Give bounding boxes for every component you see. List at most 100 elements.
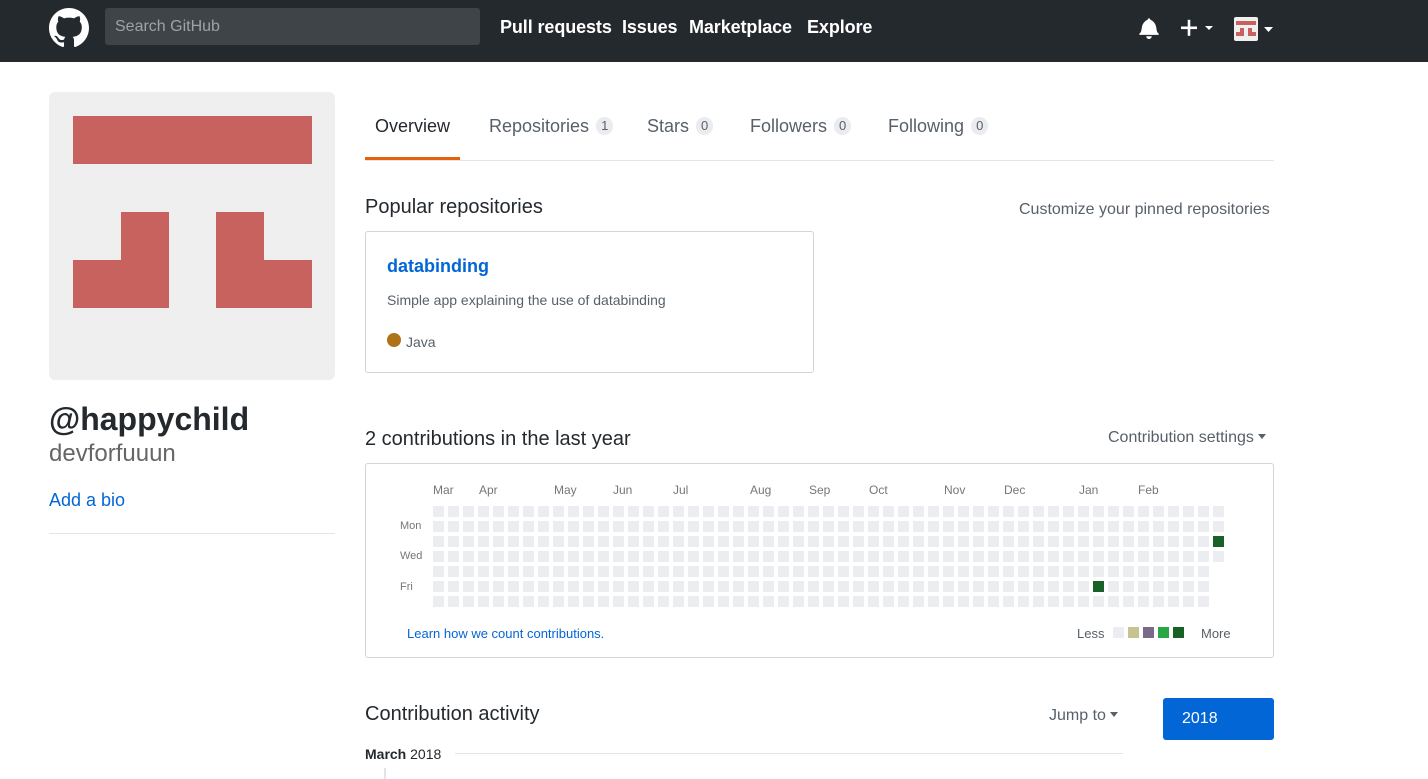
contribution-day[interactable]: [433, 596, 444, 607]
contribution-day[interactable]: [748, 521, 759, 532]
contribution-day[interactable]: [538, 521, 549, 532]
contribution-day[interactable]: [1198, 521, 1209, 532]
contribution-day[interactable]: [928, 521, 939, 532]
contribution-day[interactable]: [628, 581, 639, 592]
contribution-day[interactable]: [448, 536, 459, 547]
nav-issues[interactable]: Issues: [622, 17, 678, 38]
contribution-day[interactable]: [868, 551, 879, 562]
contribution-day[interactable]: [688, 506, 699, 517]
contribution-day[interactable]: [508, 581, 519, 592]
contribution-day[interactable]: [1093, 536, 1104, 547]
contribution-day[interactable]: [883, 521, 894, 532]
contribution-day[interactable]: [943, 521, 954, 532]
contribution-day[interactable]: [1018, 566, 1029, 577]
contribution-day[interactable]: [553, 551, 564, 562]
contribution-day[interactable]: [1138, 596, 1149, 607]
contribution-day[interactable]: [1123, 536, 1134, 547]
contribution-day[interactable]: [898, 536, 909, 547]
contribution-day[interactable]: [1063, 536, 1074, 547]
contribution-day[interactable]: [1123, 581, 1134, 592]
contribution-day[interactable]: [553, 596, 564, 607]
contribution-day[interactable]: [538, 551, 549, 562]
contribution-day[interactable]: [463, 506, 474, 517]
contribution-day[interactable]: [538, 506, 549, 517]
tab-following[interactable]: Following 0: [888, 116, 989, 137]
contribution-day[interactable]: [673, 521, 684, 532]
contribution-day[interactable]: [643, 551, 654, 562]
contribution-day[interactable]: [523, 551, 534, 562]
contribution-day[interactable]: [793, 551, 804, 562]
contribution-day[interactable]: [1183, 506, 1194, 517]
contribution-day[interactable]: [493, 536, 504, 547]
contribution-day[interactable]: [838, 551, 849, 562]
tab-overview[interactable]: Overview: [375, 116, 450, 137]
contribution-day[interactable]: [523, 521, 534, 532]
contribution-day[interactable]: [943, 536, 954, 547]
contribution-day[interactable]: [898, 506, 909, 517]
contribution-day[interactable]: [733, 551, 744, 562]
contribution-day[interactable]: [463, 521, 474, 532]
search-input[interactable]: [105, 8, 480, 45]
contribution-day[interactable]: [433, 581, 444, 592]
contribution-day[interactable]: [913, 581, 924, 592]
contribution-day[interactable]: [1183, 551, 1194, 562]
contribution-day[interactable]: [658, 596, 669, 607]
contribution-day[interactable]: [853, 521, 864, 532]
contribution-day[interactable]: [718, 566, 729, 577]
contribution-day[interactable]: [448, 566, 459, 577]
contribution-day[interactable]: [763, 551, 774, 562]
contribution-day[interactable]: [463, 566, 474, 577]
contribution-day[interactable]: [538, 596, 549, 607]
contribution-day[interactable]: [643, 596, 654, 607]
contribution-day[interactable]: [763, 566, 774, 577]
contribution-day[interactable]: [1033, 506, 1044, 517]
contribution-day[interactable]: [973, 551, 984, 562]
contribution-day[interactable]: [433, 521, 444, 532]
contribution-day[interactable]: [913, 566, 924, 577]
contribution-day[interactable]: [778, 596, 789, 607]
contribution-day[interactable]: [913, 551, 924, 562]
contribution-day[interactable]: [583, 536, 594, 547]
contribution-day[interactable]: [868, 566, 879, 577]
contribution-day[interactable]: [1153, 566, 1164, 577]
contribution-day[interactable]: [598, 551, 609, 562]
contribution-day[interactable]: [1108, 566, 1119, 577]
contribution-day[interactable]: [1168, 596, 1179, 607]
contribution-day[interactable]: [883, 596, 894, 607]
contribution-day[interactable]: [568, 596, 579, 607]
contribution-day[interactable]: [733, 596, 744, 607]
contribution-day[interactable]: [553, 506, 564, 517]
contribution-day[interactable]: [1018, 506, 1029, 517]
contribution-day[interactable]: [763, 581, 774, 592]
contribution-day[interactable]: [493, 596, 504, 607]
contribution-day[interactable]: [628, 521, 639, 532]
tab-repositories[interactable]: Repositories 1: [489, 116, 614, 137]
contribution-day[interactable]: [568, 566, 579, 577]
contribution-day[interactable]: [1198, 551, 1209, 562]
contribution-day[interactable]: [748, 566, 759, 577]
contribution-day[interactable]: [703, 551, 714, 562]
contribution-day[interactable]: [1003, 581, 1014, 592]
contribution-day[interactable]: [823, 536, 834, 547]
repo-name-link[interactable]: databinding: [387, 256, 489, 277]
contribution-day[interactable]: [673, 551, 684, 562]
contribution-day[interactable]: [493, 506, 504, 517]
contribution-day[interactable]: [628, 536, 639, 547]
contribution-day[interactable]: [778, 536, 789, 547]
contribution-day[interactable]: [718, 581, 729, 592]
contribution-day[interactable]: [1048, 506, 1059, 517]
contribution-day[interactable]: [688, 566, 699, 577]
contribution-day[interactable]: [883, 506, 894, 517]
contribution-day[interactable]: [1153, 536, 1164, 547]
contribution-day[interactable]: [1093, 551, 1104, 562]
contribution-day[interactable]: [808, 596, 819, 607]
contribution-day[interactable]: [988, 506, 999, 517]
contribution-day[interactable]: [1003, 551, 1014, 562]
contribution-day[interactable]: [913, 596, 924, 607]
contribution-day[interactable]: [973, 566, 984, 577]
contribution-day[interactable]: [448, 596, 459, 607]
contribution-day[interactable]: [478, 566, 489, 577]
contribution-day[interactable]: [898, 551, 909, 562]
contribution-day[interactable]: [883, 581, 894, 592]
contribution-day[interactable]: [733, 506, 744, 517]
